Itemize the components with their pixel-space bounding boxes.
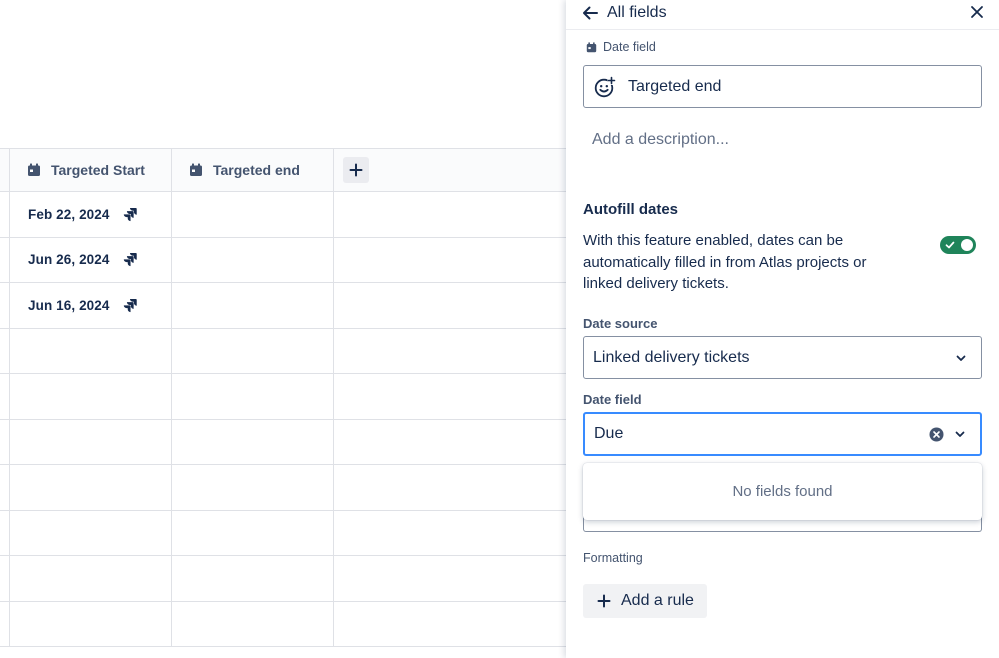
add-column-button[interactable] <box>343 157 369 183</box>
targeted-end-cell[interactable] <box>171 192 334 237</box>
clear-icon[interactable] <box>929 427 944 442</box>
empty-cell[interactable] <box>9 328 172 373</box>
toggle-knob <box>961 239 973 251</box>
empty-cell <box>333 419 566 464</box>
empty-cell[interactable] <box>9 374 172 419</box>
close-icon[interactable] <box>970 5 984 19</box>
autofill-toggle[interactable] <box>940 236 976 254</box>
column-header-label: Targeted Start <box>51 162 145 178</box>
field-name-input[interactable]: Targeted end <box>583 65 982 108</box>
empty-cell[interactable] <box>171 601 334 646</box>
roadmap-table-area: Targeted Start Targeted end Feb 22, 2024… <box>0 0 566 658</box>
date-field-dropdown-menu: No fields found <box>583 463 982 520</box>
calendar-icon <box>28 163 40 176</box>
date-value: Jun 16, 2024 <box>28 297 110 313</box>
empty-cell[interactable] <box>9 465 172 510</box>
date-source-label: Date source <box>583 316 658 331</box>
plus-icon <box>349 163 363 177</box>
table-row[interactable] <box>0 374 566 420</box>
targeted-end-cell[interactable] <box>171 283 334 328</box>
chevron-down-icon <box>955 431 965 437</box>
table-row[interactable] <box>0 510 566 556</box>
plus-icon <box>597 594 611 608</box>
formatting-label: Formatting <box>583 551 643 565</box>
empty-cell <box>333 283 566 328</box>
empty-cell <box>333 192 566 237</box>
field-type-label: Date field <box>603 40 656 54</box>
table-row[interactable]: Feb 22, 2024 <box>0 192 566 238</box>
empty-cell <box>333 374 566 419</box>
date-field-label: Date field <box>583 392 642 407</box>
targeted-start-cell[interactable]: Jun 16, 2024 <box>9 283 172 328</box>
chevron-down-icon <box>956 355 966 361</box>
back-arrow-icon[interactable] <box>580 3 600 23</box>
empty-cell[interactable] <box>171 328 334 373</box>
date-value: Feb 22, 2024 <box>28 206 110 222</box>
column-header-targeted-start[interactable]: Targeted Start <box>9 149 172 191</box>
empty-cell[interactable] <box>171 419 334 464</box>
jira-icon <box>123 298 137 312</box>
field-settings-panel: All fields Date field Targeted end Add a… <box>566 0 999 658</box>
table-grid: Targeted Start Targeted end Feb 22, 2024… <box>0 148 566 647</box>
date-source-select[interactable]: Linked delivery tickets <box>583 336 982 379</box>
date-value: Jun 26, 2024 <box>28 252 110 268</box>
table-row[interactable] <box>0 556 566 602</box>
column-header-label: Targeted end <box>213 162 300 178</box>
targeted-start-cell[interactable]: Feb 22, 2024 <box>9 192 172 237</box>
table-header-row: Targeted Start Targeted end <box>0 148 566 192</box>
field-name-value: Targeted end <box>628 77 722 95</box>
field-type-indicator: Date field <box>586 40 656 54</box>
empty-cell <box>333 601 566 646</box>
empty-cell <box>333 510 566 555</box>
empty-cell <box>333 556 566 601</box>
table-row[interactable]: Jun 26, 2024 <box>0 237 566 283</box>
check-icon <box>945 241 955 249</box>
empty-cell[interactable] <box>171 465 334 510</box>
autofill-description: With this feature enabled, dates can be … <box>583 232 867 292</box>
table-row[interactable] <box>0 419 566 465</box>
empty-cell[interactable] <box>9 419 172 464</box>
emoji-picker-icon[interactable] <box>594 76 616 98</box>
empty-cell <box>333 465 566 510</box>
add-rule-button[interactable]: Add a rule <box>583 584 707 618</box>
table-row[interactable] <box>0 328 566 374</box>
table-row[interactable] <box>0 465 566 511</box>
autofill-title: Autofill dates <box>583 201 679 218</box>
date-source-value: Linked delivery tickets <box>593 348 750 366</box>
empty-cell[interactable] <box>9 510 172 555</box>
panel-title: All fields <box>607 4 667 21</box>
empty-cell[interactable] <box>9 556 172 601</box>
table-row[interactable] <box>0 601 566 647</box>
targeted-end-cell[interactable] <box>171 237 334 282</box>
table-row[interactable]: Jun 16, 2024 <box>0 283 566 329</box>
calendar-icon <box>586 41 597 52</box>
description-input[interactable]: Add a description... <box>592 131 729 149</box>
no-options-message: No fields found <box>732 483 833 500</box>
empty-cell <box>333 237 566 282</box>
calendar-icon <box>190 163 202 176</box>
date-field-select[interactable]: Due <box>583 412 982 456</box>
empty-cell[interactable] <box>171 510 334 555</box>
column-header-targeted-end[interactable]: Targeted end <box>171 149 334 191</box>
add-column-cell <box>333 149 566 191</box>
empty-cell[interactable] <box>171 374 334 419</box>
empty-cell <box>333 328 566 373</box>
date-field-value: Due <box>594 425 624 442</box>
add-rule-label: Add a rule <box>621 592 694 609</box>
jira-icon <box>123 253 137 267</box>
targeted-start-cell[interactable]: Jun 26, 2024 <box>9 237 172 282</box>
jira-icon <box>123 207 137 221</box>
empty-cell[interactable] <box>171 556 334 601</box>
panel-header: All fields <box>566 0 999 30</box>
empty-cell[interactable] <box>9 601 172 646</box>
